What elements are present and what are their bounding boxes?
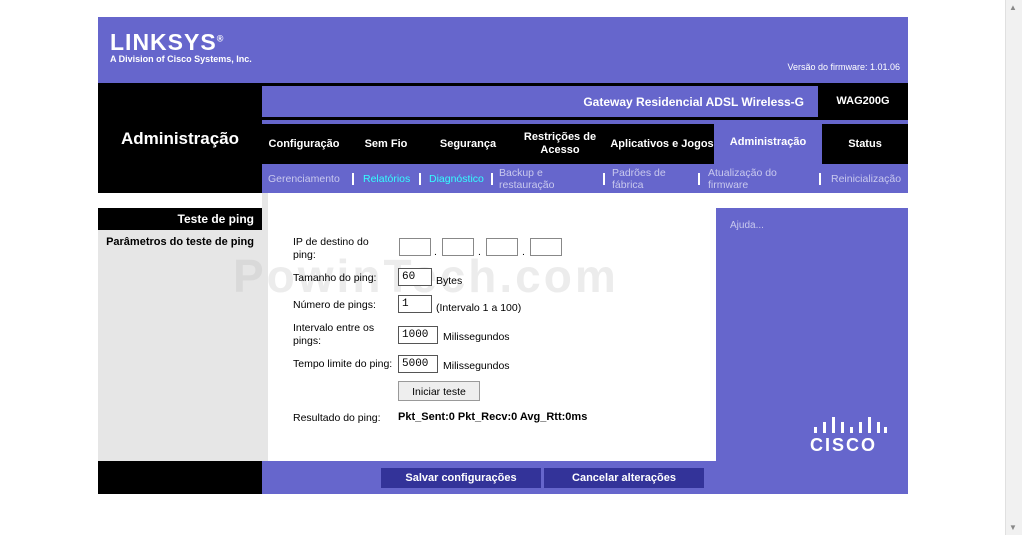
subnav-separator [698,173,700,185]
ip-dot: . [434,246,437,258]
logo-registered-mark: ® [216,33,225,44]
tab-status[interactable]: Status [822,124,908,164]
subnav-padroes[interactable]: Padrões de fábrica [612,164,688,193]
tab-configuracao[interactable]: Configuração [262,124,346,164]
ping-interval-unit: Milissegundos [443,331,510,343]
cancel-changes-button[interactable]: Cancelar alterações [544,468,704,488]
ping-interval-label: Intervalo entre os pings: [293,322,375,347]
ping-count-hint: (Intervalo 1 a 100) [436,302,522,314]
ping-result-label: Resultado do ping: [293,412,381,424]
subnav-separator [819,173,821,185]
scroll-up-icon[interactable]: ▲ [1009,3,1017,12]
ip-octet-2-input[interactable] [442,238,474,256]
ip-destination-label: IP de destino do ping: [293,236,369,261]
subnav-separator [419,173,421,185]
ping-timeout-unit: Milissegundos [443,360,510,372]
product-name-bar: Gateway Residencial ADSL Wireless-G [262,86,818,117]
ip-octet-4-input[interactable] [530,238,562,256]
tab-restricoes-acesso[interactable]: Restrições de Acesso [510,124,610,164]
ping-interval-input[interactable]: 1000 [398,326,438,344]
sub-navigation: Gerenciamento Relatórios Diagnóstico Bac… [262,164,908,193]
cisco-logo: CISCO [810,435,878,455]
help-spacer [716,193,908,208]
header-banner: LINKSYS® A Division of Cisco Systems, In… [98,17,908,83]
subnav-atualizacao[interactable]: Atualização do firmware [708,164,808,193]
product-name: Gateway Residencial ADSL Wireless-G [583,95,804,109]
logo-subtitle: A Division of Cisco Systems, Inc. [110,54,252,64]
subnav-backup[interactable]: Backup e restauração [499,164,589,193]
model-number: WAG200G [836,95,890,107]
save-settings-button[interactable]: Salvar configurações [381,468,541,488]
ping-count-input[interactable]: 1 [398,295,432,313]
cisco-bars-icon [814,417,887,433]
ip-octet-3-input[interactable] [486,238,518,256]
ping-size-unit: Bytes [436,275,463,287]
ip-dot: . [478,246,481,258]
left-spacer [98,193,262,208]
linksys-logo: LINKSYS® [110,29,224,56]
vertical-scrollbar[interactable]: ▲ ▼ [1005,0,1022,535]
ping-timeout-label: Tempo limite do ping: [293,358,393,370]
left-heading: Teste de ping [98,208,262,230]
help-link[interactable]: Ajuda... [730,220,764,231]
firmware-version: Versão do firmware: 1.01.06 [787,62,900,72]
ping-timeout-input[interactable]: 5000 [398,355,438,373]
subnav-separator [352,173,354,185]
subnav-reinicializacao[interactable]: Reinicialização [831,164,901,193]
ping-count-label: Número de pings: [293,299,376,311]
tab-sem-fio[interactable]: Sem Fio [346,124,426,164]
subnav-separator [603,173,605,185]
ping-result-value: Pkt_Sent:0 Pkt_Recv:0 Avg_Rtt:0ms [398,411,588,423]
scroll-down-icon[interactable]: ▼ [1009,523,1017,532]
main-tabs: Configuração Sem Fio Segurança Restriçõe… [262,121,908,164]
logo-text: LINKSYS [110,29,217,55]
ip-octet-1-input[interactable] [399,238,431,256]
ip-dot: . [522,246,525,258]
tab-administracao[interactable]: Administração [714,121,822,164]
subnav-separator [491,173,493,185]
start-test-button[interactable]: Iniciar teste [398,381,480,401]
subnav-gerenciamento[interactable]: Gerenciamento [268,164,340,193]
subnav-relatorios[interactable]: Relatórios [363,164,410,193]
section-title: Administração [120,129,240,148]
ping-size-input[interactable]: 60 [398,268,432,286]
tab-aplicativos-jogos[interactable]: Aplicativos e Jogos [610,124,714,164]
left-footer [98,461,262,494]
ping-size-label: Tamanho do ping: [293,272,377,284]
subnav-diagnostico[interactable]: Diagnóstico [429,164,484,193]
tab-seguranca[interactable]: Segurança [426,124,510,164]
left-subheading: Parâmetros do teste de ping [106,236,254,248]
router-admin-page: LINKSYS® A Division of Cisco Systems, In… [98,17,908,494]
